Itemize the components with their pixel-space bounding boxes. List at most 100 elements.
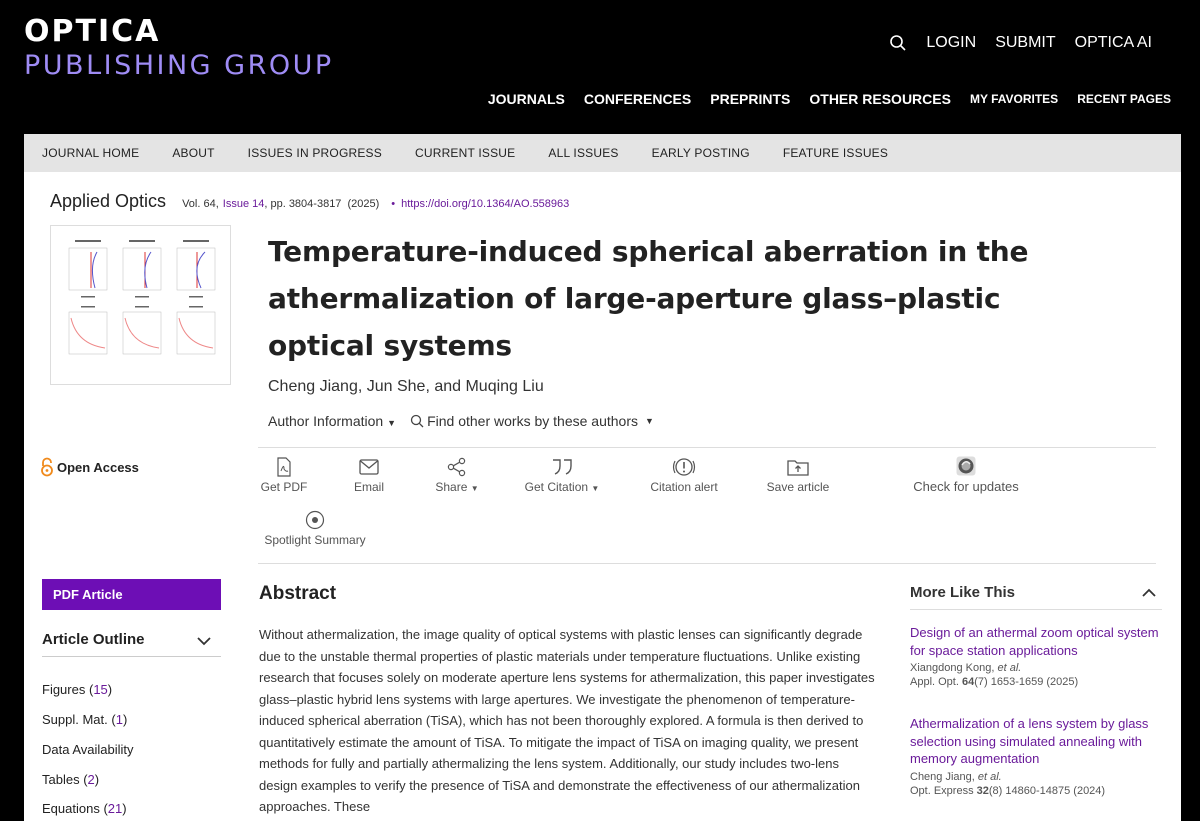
subnav-current-issue[interactable]: CURRENT ISSUE xyxy=(415,146,515,160)
spotlight-icon xyxy=(305,510,325,530)
ref-journal: Opt. Express xyxy=(910,784,974,797)
subnav-early-posting[interactable]: EARLY POSTING xyxy=(652,146,750,160)
related-article-authors: Cheng Jiang, et al. xyxy=(910,771,1160,783)
outline-item-tables[interactable]: Tables (2) xyxy=(42,772,99,787)
ref-volume: 64 xyxy=(961,676,975,688)
save-article-button[interactable]: Save article xyxy=(764,456,832,494)
divider xyxy=(258,563,1156,564)
citation-alert-label: Citation alert xyxy=(650,480,718,494)
author-information-label: Author Information xyxy=(268,413,384,429)
article-title: Temperature-induced spherical aberration… xyxy=(268,235,1029,362)
check-for-updates-icon xyxy=(956,456,976,476)
search-icon xyxy=(410,414,424,428)
caret-down-icon: ▼ xyxy=(387,418,397,428)
pdf-file-icon xyxy=(277,457,291,477)
outline-item-count: 2 xyxy=(87,772,95,787)
find-other-works-toggle[interactable]: Find other works by these authors ▼ xyxy=(410,413,654,429)
nav-recent-pages[interactable]: RECENT PAGES xyxy=(1077,92,1171,106)
volume: Vol. 64, xyxy=(182,198,219,210)
bullet: • xyxy=(391,198,396,210)
doi-link[interactable]: https://doi.org/10.1364/AO.558963 xyxy=(401,198,569,210)
figure-thumbnail[interactable] xyxy=(50,225,231,385)
nav-other-resources[interactable]: OTHER RESOURCES xyxy=(809,91,951,107)
outline-item-suppl-mat[interactable]: Suppl. Mat. (1) xyxy=(42,712,127,727)
search-icon[interactable] xyxy=(889,34,907,52)
et-al: et al. xyxy=(977,770,1002,783)
get-pdf-label: Get PDF xyxy=(260,480,308,494)
get-pdf-button[interactable]: Get PDF xyxy=(260,456,308,494)
outline-item-label: Figures xyxy=(42,682,86,697)
page-range: , pp. 3804-3817 xyxy=(264,198,342,210)
spotlight-summary-button[interactable]: Spotlight Summary xyxy=(260,509,370,547)
journal-name[interactable]: Applied Optics xyxy=(50,191,166,212)
get-citation-label: Get Citation xyxy=(524,480,589,494)
outline-item-label: Data Availability xyxy=(42,742,134,757)
article-page: JOURNAL HOME ABOUT ISSUES IN PROGRESS CU… xyxy=(24,134,1181,821)
alert-icon xyxy=(672,458,696,476)
share-icon xyxy=(447,457,466,477)
share-label: Share xyxy=(435,480,468,494)
pdf-article-button[interactable]: PDF Article xyxy=(42,579,221,610)
spotlight-summary-label: Spotlight Summary xyxy=(264,533,366,547)
email-label: Email xyxy=(353,480,384,494)
top-navigation: LOGIN SUBMIT OPTICA AI xyxy=(889,34,1152,52)
chevron-down-icon xyxy=(197,637,211,646)
subnav-journal-home[interactable]: JOURNAL HOME xyxy=(42,146,139,160)
related-article-reference: Appl. Opt. 64(7) 1653-1659 (2025) xyxy=(910,676,1160,688)
outline-item-label: Tables xyxy=(42,772,80,787)
related-authors-name: Xiangdong Kong, xyxy=(910,662,995,674)
open-access-label: Open Access xyxy=(57,459,139,475)
article-outline-toggle[interactable]: Article Outline xyxy=(42,631,221,657)
related-article: Athermalization of a lens system by glas… xyxy=(910,715,1160,797)
author-list[interactable]: Cheng Jiang, Jun She, and Muqing Liu xyxy=(268,378,544,396)
share-button[interactable]: Share ▼ xyxy=(429,456,485,494)
citation-line: Applied Optics Vol. 64, Issue 14, pp. 38… xyxy=(50,191,569,212)
outline-item-figures[interactable]: Figures (15) xyxy=(42,682,112,697)
et-al: et al. xyxy=(997,662,1022,674)
login-link[interactable]: LOGIN xyxy=(926,34,976,52)
email-icon xyxy=(359,459,379,475)
author-information-toggle[interactable]: Author Information ▼ xyxy=(268,413,396,429)
outline-item-label: Suppl. Mat. xyxy=(42,712,108,727)
outline-item-count: 15 xyxy=(93,682,108,697)
find-other-works-label: Find other works by these authors xyxy=(427,413,638,429)
nav-conferences[interactable]: CONFERENCES xyxy=(584,91,691,107)
submit-link[interactable]: SUBMIT xyxy=(995,34,1055,52)
subnav-about[interactable]: ABOUT xyxy=(172,146,214,160)
citation-alert-button[interactable]: Citation alert xyxy=(643,456,725,494)
ref-details: (7) 1653-1659 (2025) xyxy=(974,676,1079,688)
nav-journals[interactable]: JOURNALS xyxy=(488,91,565,107)
nav-preprints[interactable]: PREPRINTS xyxy=(710,91,790,107)
brand-logo-publishing-group[interactable]: PUBLISHING GROUP xyxy=(24,50,334,81)
quote-icon xyxy=(553,459,572,475)
check-for-updates-label: Check for updates xyxy=(913,479,1019,494)
outline-item-data-availability[interactable]: Data Availability xyxy=(42,742,134,757)
ref-journal: Appl. Opt. xyxy=(910,676,959,688)
nav-my-favorites[interactable]: MY FAVORITES xyxy=(970,92,1058,106)
journal-subnav: JOURNAL HOME ABOUT ISSUES IN PROGRESS CU… xyxy=(24,134,1181,172)
outline-item-equations[interactable]: Equations (21) xyxy=(42,801,127,816)
subnav-all-issues[interactable]: ALL ISSUES xyxy=(548,146,618,160)
open-lock-icon xyxy=(41,457,53,477)
related-article-title[interactable]: Design of an athermal zoom optical syste… xyxy=(910,624,1160,659)
more-like-this-toggle[interactable]: More Like This xyxy=(910,584,1162,610)
subnav-feature-issues[interactable]: FEATURE ISSUES xyxy=(783,146,888,160)
email-button[interactable]: Email xyxy=(351,456,387,494)
outline-item-count: 1 xyxy=(115,712,123,727)
outline-item-count: 21 xyxy=(107,801,123,816)
outline-item-label: Equations xyxy=(42,801,100,816)
brand-logo-optica[interactable]: OPTICA xyxy=(24,14,160,49)
issue-link[interactable]: Issue 14 xyxy=(223,198,265,210)
check-for-updates-button[interactable]: Check for updates xyxy=(906,455,1026,494)
optica-ai-link[interactable]: OPTICA AI xyxy=(1075,34,1152,52)
related-article-title[interactable]: Athermalization of a lens system by glas… xyxy=(910,715,1160,768)
chevron-up-icon xyxy=(1142,588,1156,597)
main-navigation: JOURNALS CONFERENCES PREPRINTS OTHER RES… xyxy=(488,91,1171,107)
open-access-badge: Open Access xyxy=(40,457,139,477)
divider xyxy=(258,447,1156,448)
save-folder-icon xyxy=(787,460,809,476)
abstract-heading: Abstract xyxy=(259,583,337,604)
related-article: Design of an athermal zoom optical syste… xyxy=(910,624,1160,688)
subnav-issues-in-progress[interactable]: ISSUES IN PROGRESS xyxy=(248,146,382,160)
get-citation-button[interactable]: Get Citation ▼ xyxy=(521,456,603,494)
